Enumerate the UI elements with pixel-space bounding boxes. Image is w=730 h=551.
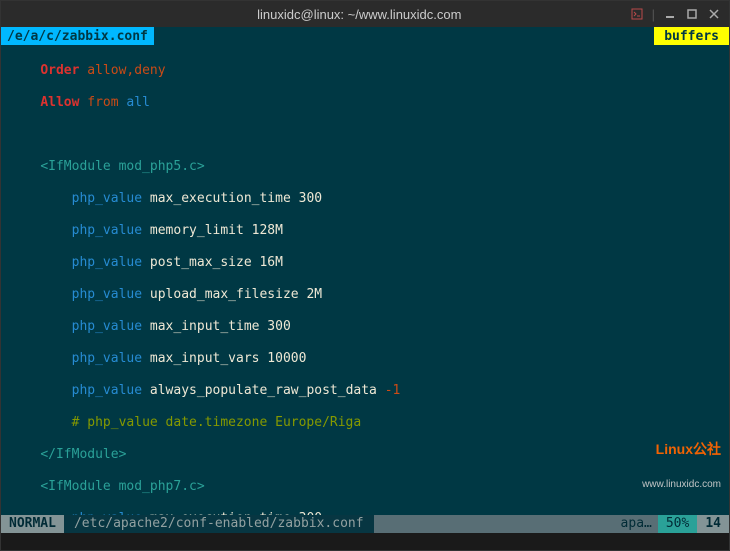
directive-php-value: php_value <box>72 255 142 270</box>
editor-content[interactable]: Order allow,deny Allow from all <IfModul… <box>1 45 729 533</box>
directive-php-value: php_value <box>72 383 142 398</box>
tag-close-bracket: > <box>197 479 205 494</box>
value-mit: max_input_time 300 <box>150 319 291 334</box>
terminal-window: linuxidc@linux: ~/www.linuxidc.com | /e/… <box>0 0 730 551</box>
directive-php-value: php_value <box>72 223 142 238</box>
keyword-from: from <box>87 95 118 110</box>
value-met: max_execution_time 300 <box>150 191 322 206</box>
status-filepath: /etc/apache2/conf-enabled/zabbix.conf <box>64 515 374 533</box>
editor-tabbar: /e/a/c/zabbix.conf buffers <box>1 27 729 45</box>
tag-ifmodule-php7-open: <IfModule mod_php7.c <box>40 479 197 494</box>
value-aprpd: always_populate_raw_post_data <box>150 383 377 398</box>
directive-allow: Allow <box>40 95 79 110</box>
separator: | <box>652 7 655 22</box>
status-linecol: 14 <box>697 515 729 533</box>
status-filetype: apa… <box>374 515 658 533</box>
close-icon[interactable] <box>707 7 721 21</box>
tag-ifmodule-php5-open: <IfModule mod_php5.c <box>40 159 197 174</box>
tab-current-file[interactable]: /e/a/c/zabbix.conf <box>1 27 154 45</box>
value-allow-deny: allow,deny <box>87 63 165 78</box>
tag-ifmodule-close: </IfModule> <box>40 447 126 462</box>
terminal-icon[interactable] <box>630 7 644 21</box>
value-all: all <box>126 95 149 110</box>
directive-order: Order <box>40 63 79 78</box>
watermark-text: Linux公社 www.linuxidc.com <box>642 419 721 515</box>
watermark-url: www.linuxidc.com <box>642 479 721 491</box>
directive-php-value: php_value <box>72 319 142 334</box>
window-title: linuxidc@linux: ~/www.linuxidc.com <box>89 7 630 22</box>
value-miv: max_input_vars 10000 <box>150 351 307 366</box>
vim-mode: NORMAL <box>1 515 64 533</box>
value-ml: memory_limit 128M <box>150 223 283 238</box>
tab-buffers[interactable]: buffers <box>654 27 729 45</box>
status-percent: 50% <box>658 515 697 533</box>
window-controls: | <box>630 7 721 22</box>
watermark: Linux公社 www.linuxidc.com <box>642 419 721 515</box>
watermark-cn: Linux公社 <box>642 443 721 455</box>
tag-close-bracket: > <box>197 159 205 174</box>
maximize-icon[interactable] <box>685 7 699 21</box>
directive-php-value: php_value <box>72 191 142 206</box>
minimize-icon[interactable] <box>663 7 677 21</box>
value-pms: post_max_size 16M <box>150 255 283 270</box>
statusbar: NORMAL /etc/apache2/conf-enabled/zabbix.… <box>1 515 729 533</box>
directive-php-value: php_value <box>72 351 142 366</box>
value-umf: upload_max_filesize 2M <box>150 287 322 302</box>
value-neg1: -1 <box>385 383 401 398</box>
comment-timezone-riga: # php_value date.timezone Europe/Riga <box>72 415 362 430</box>
titlebar: linuxidc@linux: ~/www.linuxidc.com | <box>1 1 729 27</box>
directive-php-value: php_value <box>72 287 142 302</box>
